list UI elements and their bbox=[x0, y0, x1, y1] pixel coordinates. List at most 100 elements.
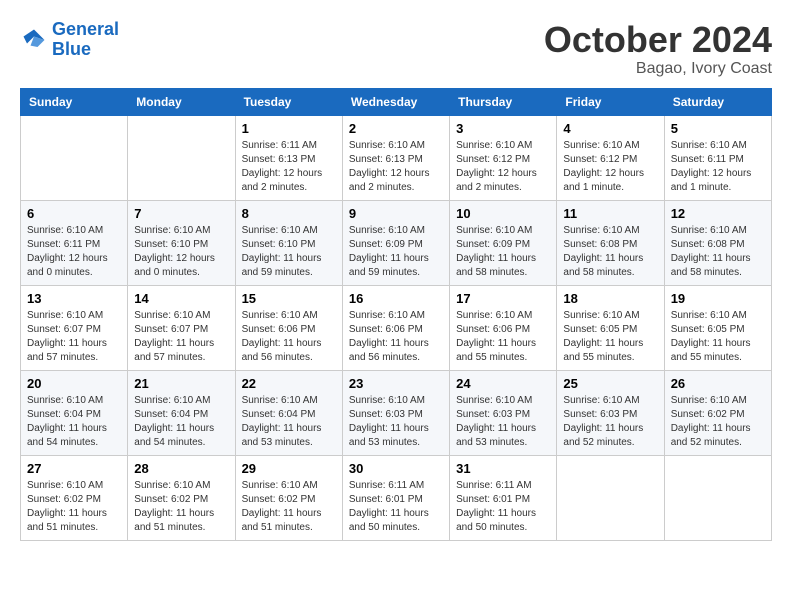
day-number: 18 bbox=[563, 291, 657, 306]
day-info: Sunrise: 6:10 AM Sunset: 6:04 PM Dayligh… bbox=[134, 394, 228, 450]
calendar-cell: 18 Sunrise: 6:10 AM Sunset: 6:05 PM Dayli… bbox=[557, 285, 664, 370]
day-info: Sunrise: 6:10 AM Sunset: 6:10 PM Dayligh… bbox=[242, 224, 336, 280]
calendar-cell: 28 Sunrise: 6:10 AM Sunset: 6:02 PM Dayli… bbox=[128, 455, 235, 540]
day-info: Sunrise: 6:10 AM Sunset: 6:06 PM Dayligh… bbox=[349, 309, 443, 365]
logo: General Blue bbox=[20, 20, 119, 60]
day-number: 11 bbox=[563, 206, 657, 221]
day-number: 8 bbox=[242, 206, 336, 221]
calendar-cell: 10Sunrise: 6:10 AM Sunset: 6:09 PM Dayli… bbox=[450, 200, 557, 285]
day-number: 27 bbox=[27, 461, 121, 476]
calendar-cell: 5Sunrise: 6:10 AM Sunset: 6:11 PM Daylig… bbox=[664, 115, 771, 200]
day-info: Sunrise: 6:10 AM Sunset: 6:13 PM Dayligh… bbox=[349, 139, 443, 195]
calendar-cell: 14 Sunrise: 6:10 AM Sunset: 6:07 PM Dayli… bbox=[128, 285, 235, 370]
calendar-cell bbox=[128, 115, 235, 200]
day-number: 13 bbox=[27, 291, 121, 306]
calendar-cell: 2 Sunrise: 6:10 AM Sunset: 6:13 PM Daylig… bbox=[342, 115, 449, 200]
calendar-cell: 25 Sunrise: 6:10 AM Sunset: 6:03 PM Dayli… bbox=[557, 370, 664, 455]
calendar-cell: 19Sunrise: 6:10 AM Sunset: 6:05 PM Dayli… bbox=[664, 285, 771, 370]
day-info: Sunrise: 6:10 AM Sunset: 6:08 PM Dayligh… bbox=[671, 224, 765, 280]
weekday-header-saturday: Saturday bbox=[664, 88, 771, 115]
calendar-cell: 24 Sunrise: 6:10 AM Sunset: 6:03 PM Dayli… bbox=[450, 370, 557, 455]
calendar-cell: 11 Sunrise: 6:10 AM Sunset: 6:08 PM Dayli… bbox=[557, 200, 664, 285]
calendar-cell: 8 Sunrise: 6:10 AM Sunset: 6:10 PM Daylig… bbox=[235, 200, 342, 285]
logo-blue: Blue bbox=[52, 39, 91, 59]
day-number: 24 bbox=[456, 376, 550, 391]
day-info: Sunrise: 6:11 AM Sunset: 6:01 PM Dayligh… bbox=[456, 479, 550, 535]
day-info: Sunrise: 6:10 AM Sunset: 6:11 PM Dayligh… bbox=[27, 224, 121, 280]
day-number: 15 bbox=[242, 291, 336, 306]
day-number: 3 bbox=[456, 121, 550, 136]
day-number: 19 bbox=[671, 291, 765, 306]
calendar-cell: 30Sunrise: 6:11 AM Sunset: 6:01 PM Dayli… bbox=[342, 455, 449, 540]
page-header: General Blue October 2024 Bagao, Ivory C… bbox=[20, 20, 772, 78]
day-info: Sunrise: 6:10 AM Sunset: 6:03 PM Dayligh… bbox=[563, 394, 657, 450]
day-number: 16 bbox=[349, 291, 443, 306]
calendar-cell: 17 Sunrise: 6:10 AM Sunset: 6:06 PM Dayli… bbox=[450, 285, 557, 370]
calendar-week-2: 6 Sunrise: 6:10 AM Sunset: 6:11 PM Daylig… bbox=[21, 200, 772, 285]
calendar-week-3: 13 Sunrise: 6:10 AM Sunset: 6:07 PM Dayli… bbox=[21, 285, 772, 370]
logo-icon bbox=[20, 26, 48, 54]
calendar-cell: 12Sunrise: 6:10 AM Sunset: 6:08 PM Dayli… bbox=[664, 200, 771, 285]
calendar-cell: 29Sunrise: 6:10 AM Sunset: 6:02 PM Dayli… bbox=[235, 455, 342, 540]
location: Bagao, Ivory Coast bbox=[544, 60, 772, 78]
day-number: 23 bbox=[349, 376, 443, 391]
calendar-cell bbox=[557, 455, 664, 540]
calendar-cell: 22 Sunrise: 6:10 AM Sunset: 6:04 PM Dayli… bbox=[235, 370, 342, 455]
weekday-header-tuesday: Tuesday bbox=[235, 88, 342, 115]
logo-general: General bbox=[52, 19, 119, 39]
calendar-cell: 1Sunrise: 6:11 AM Sunset: 6:13 PM Daylig… bbox=[235, 115, 342, 200]
calendar-table: SundayMondayTuesdayWednesdayThursdayFrid… bbox=[20, 88, 772, 541]
day-info: Sunrise: 6:10 AM Sunset: 6:12 PM Dayligh… bbox=[456, 139, 550, 195]
day-info: Sunrise: 6:10 AM Sunset: 6:07 PM Dayligh… bbox=[27, 309, 121, 365]
day-info: Sunrise: 6:10 AM Sunset: 6:04 PM Dayligh… bbox=[27, 394, 121, 450]
weekday-header-friday: Friday bbox=[557, 88, 664, 115]
day-info: Sunrise: 6:10 AM Sunset: 6:04 PM Dayligh… bbox=[242, 394, 336, 450]
day-number: 29 bbox=[242, 461, 336, 476]
day-number: 28 bbox=[134, 461, 228, 476]
day-info: Sunrise: 6:10 AM Sunset: 6:02 PM Dayligh… bbox=[134, 479, 228, 535]
day-number: 17 bbox=[456, 291, 550, 306]
calendar-week-4: 20Sunrise: 6:10 AM Sunset: 6:04 PM Dayli… bbox=[21, 370, 772, 455]
day-number: 2 bbox=[349, 121, 443, 136]
weekday-header-sunday: Sunday bbox=[21, 88, 128, 115]
day-number: 14 bbox=[134, 291, 228, 306]
day-info: Sunrise: 6:10 AM Sunset: 6:12 PM Dayligh… bbox=[563, 139, 657, 195]
day-number: 4 bbox=[563, 121, 657, 136]
weekday-header-monday: Monday bbox=[128, 88, 235, 115]
day-number: 25 bbox=[563, 376, 657, 391]
calendar-cell: 21Sunrise: 6:10 AM Sunset: 6:04 PM Dayli… bbox=[128, 370, 235, 455]
day-info: Sunrise: 6:10 AM Sunset: 6:02 PM Dayligh… bbox=[671, 394, 765, 450]
day-number: 6 bbox=[27, 206, 121, 221]
calendar-cell bbox=[664, 455, 771, 540]
calendar-cell: 31Sunrise: 6:11 AM Sunset: 6:01 PM Dayli… bbox=[450, 455, 557, 540]
title-block: October 2024 Bagao, Ivory Coast bbox=[544, 20, 772, 78]
day-info: Sunrise: 6:10 AM Sunset: 6:08 PM Dayligh… bbox=[563, 224, 657, 280]
calendar-cell: 4 Sunrise: 6:10 AM Sunset: 6:12 PM Daylig… bbox=[557, 115, 664, 200]
day-info: Sunrise: 6:10 AM Sunset: 6:07 PM Dayligh… bbox=[134, 309, 228, 365]
day-number: 7 bbox=[134, 206, 228, 221]
calendar-cell: 16 Sunrise: 6:10 AM Sunset: 6:06 PM Dayli… bbox=[342, 285, 449, 370]
day-info: Sunrise: 6:10 AM Sunset: 6:09 PM Dayligh… bbox=[349, 224, 443, 280]
calendar-cell: 7 Sunrise: 6:10 AM Sunset: 6:10 PM Daylig… bbox=[128, 200, 235, 285]
calendar-week-1: 1Sunrise: 6:11 AM Sunset: 6:13 PM Daylig… bbox=[21, 115, 772, 200]
day-info: Sunrise: 6:10 AM Sunset: 6:10 PM Dayligh… bbox=[134, 224, 228, 280]
day-info: Sunrise: 6:10 AM Sunset: 6:03 PM Dayligh… bbox=[456, 394, 550, 450]
calendar-cell bbox=[21, 115, 128, 200]
calendar-week-5: 27 Sunrise: 6:10 AM Sunset: 6:02 PM Dayli… bbox=[21, 455, 772, 540]
weekday-header-wednesday: Wednesday bbox=[342, 88, 449, 115]
day-info: Sunrise: 6:10 AM Sunset: 6:02 PM Dayligh… bbox=[27, 479, 121, 535]
day-info: Sunrise: 6:10 AM Sunset: 6:11 PM Dayligh… bbox=[671, 139, 765, 195]
day-info: Sunrise: 6:10 AM Sunset: 6:09 PM Dayligh… bbox=[456, 224, 550, 280]
weekday-header-thursday: Thursday bbox=[450, 88, 557, 115]
day-info: Sunrise: 6:11 AM Sunset: 6:01 PM Dayligh… bbox=[349, 479, 443, 535]
day-number: 9 bbox=[349, 206, 443, 221]
day-info: Sunrise: 6:10 AM Sunset: 6:05 PM Dayligh… bbox=[563, 309, 657, 365]
day-info: Sunrise: 6:10 AM Sunset: 6:06 PM Dayligh… bbox=[456, 309, 550, 365]
calendar-cell: 13 Sunrise: 6:10 AM Sunset: 6:07 PM Dayli… bbox=[21, 285, 128, 370]
calendar-cell: 6 Sunrise: 6:10 AM Sunset: 6:11 PM Daylig… bbox=[21, 200, 128, 285]
calendar-cell: 3 Sunrise: 6:10 AM Sunset: 6:12 PM Daylig… bbox=[450, 115, 557, 200]
day-number: 1 bbox=[242, 121, 336, 136]
day-number: 22 bbox=[242, 376, 336, 391]
weekday-header-row: SundayMondayTuesdayWednesdayThursdayFrid… bbox=[21, 88, 772, 115]
logo-text: General Blue bbox=[52, 20, 119, 60]
